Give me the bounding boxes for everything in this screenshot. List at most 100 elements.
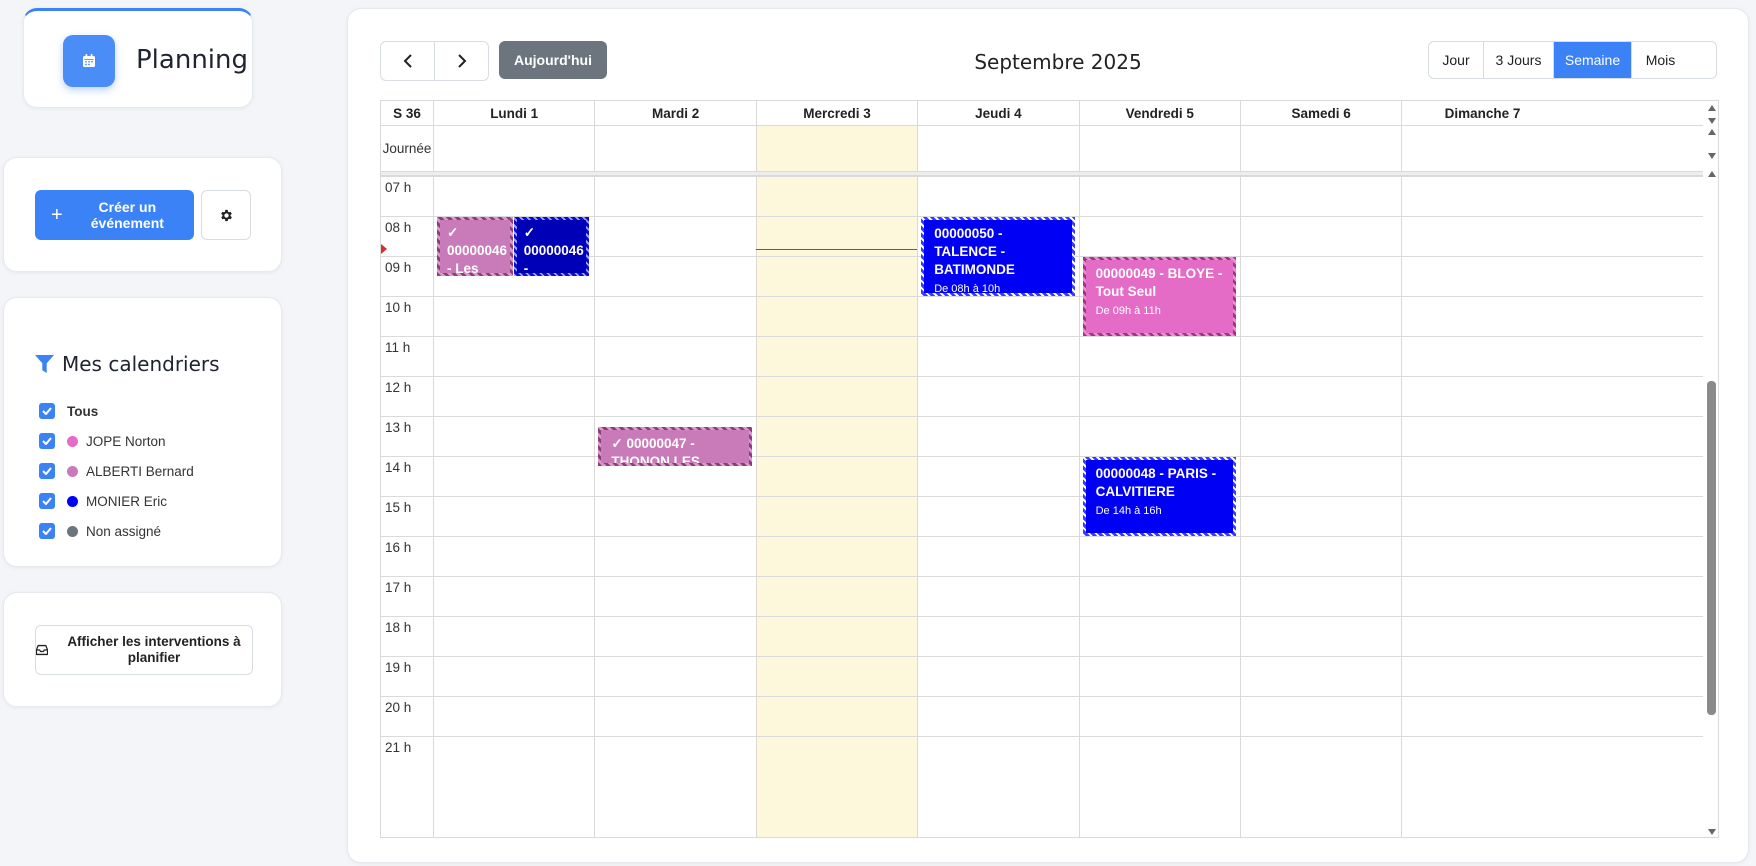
- planify-panel: Afficher les interventions à planifier: [3, 592, 282, 707]
- calendar-filter-label: Tous: [67, 403, 99, 419]
- calendar-event[interactable]: 00000050 - TALENCE - BATIMONDE De 08h à 1…: [921, 217, 1075, 296]
- day-column-divider: [594, 176, 596, 837]
- view-mois-button[interactable]: Mois: [1631, 42, 1689, 78]
- app-logo-card: Planning: [23, 8, 253, 108]
- day-header[interactable]: Mercredi 3: [755, 101, 917, 126]
- scroll-up-icon[interactable]: [1708, 105, 1716, 111]
- event-title: ✓ 00000046 - ANNECY: [523, 225, 584, 276]
- show-unplanned-button[interactable]: Afficher les interventions à planifier: [35, 625, 253, 675]
- calendar-filter-item[interactable]: Tous: [39, 396, 194, 426]
- week-grid: S 36 Lundi 1 Mardi 2 Mercredi 3 Jeudi 4 Vendr…: [380, 100, 1719, 838]
- hour-row: 12 h: [381, 376, 1703, 416]
- calendar-filter-item[interactable]: Non assigné: [39, 516, 194, 546]
- hour-row: 15 h: [381, 496, 1703, 536]
- day-header[interactable]: Jeudi 4: [917, 101, 1078, 126]
- hour-row: 17 h: [381, 576, 1703, 616]
- event-title: 00000050 - TALENCE - BATIMONDE: [934, 226, 1015, 277]
- today-button[interactable]: Aujourd'hui: [499, 41, 607, 79]
- hour-label: 20 h: [385, 700, 412, 715]
- calendar-list: Tous JOPE Norton ALBERTI Bernard MONIER Eri…: [39, 396, 194, 546]
- calendar-color-dot: [67, 495, 78, 507]
- allday-label: Journée: [382, 141, 432, 156]
- calendar-color-dot: [67, 465, 78, 477]
- calendar-filter-item[interactable]: JOPE Norton: [39, 426, 194, 456]
- calendar-filter-item[interactable]: MONIER Eric: [39, 486, 194, 516]
- calendars-title: Mes calendriers: [62, 352, 220, 376]
- hour-row: 21 h: [381, 736, 1703, 776]
- calendar-filter-label: JOPE Norton: [86, 433, 166, 449]
- day-column-divider: [433, 176, 434, 837]
- hour-label: 19 h: [385, 660, 412, 675]
- scroll-down-icon[interactable]: [1708, 118, 1716, 124]
- calendar-event[interactable]: 00000049 - BLOYE - Tout Seul De 09h à 11h: [1082, 257, 1236, 336]
- show-unplanned-label: Afficher les interventions à planifier: [67, 634, 241, 665]
- view-3-jours-button[interactable]: 3 Jours: [1483, 42, 1553, 78]
- hour-row: 13 h: [381, 416, 1703, 456]
- allday-cell[interactable]: [1401, 126, 1562, 171]
- period-nav: [380, 41, 489, 81]
- inbox-icon: [36, 644, 48, 656]
- calendar-icon: [63, 35, 115, 87]
- calendar-event[interactable]: ✓ 00000046 - ANNECY: [513, 217, 590, 276]
- calendar-color-dot: [67, 435, 78, 447]
- period-title: Septembre 2025: [974, 50, 1142, 74]
- day-column-divider: [1078, 176, 1080, 837]
- calendar-panel: Aujourd'hui Septembre 2025 Jour 3 Jours Se…: [347, 8, 1749, 863]
- allday-cell[interactable]: [1239, 126, 1401, 171]
- scroll-up-icon[interactable]: [1708, 129, 1716, 135]
- hour-label: 08 h: [385, 220, 412, 235]
- app-title: Planning: [136, 45, 248, 75]
- day-column-divider: [1240, 176, 1241, 837]
- chevron-right-icon: [457, 54, 466, 68]
- allday-cell[interactable]: [1078, 126, 1240, 171]
- view-jour-button[interactable]: Jour: [1429, 42, 1483, 78]
- calendar-filter-item[interactable]: ALBERTI Bernard: [39, 456, 194, 486]
- calendar-event[interactable]: ✓ 00000047 - THONON LES BAINS - Particul…: [598, 427, 752, 466]
- hour-label: 10 h: [385, 300, 412, 315]
- day-column-divider: [755, 176, 757, 837]
- plus-icon: +: [51, 203, 63, 226]
- gear-icon: [220, 209, 232, 221]
- create-event-label: Créer un événement: [90, 199, 164, 231]
- checkbox-checked-icon[interactable]: [39, 463, 55, 479]
- scroll-thumb[interactable]: [1707, 381, 1716, 715]
- prev-button[interactable]: [381, 42, 434, 80]
- hour-row: 20 h: [381, 696, 1703, 736]
- checkbox-checked-icon[interactable]: [39, 523, 55, 539]
- current-time-marker-icon: [381, 244, 387, 255]
- next-button[interactable]: [434, 42, 488, 80]
- calendar-filter-label: Non assigné: [86, 523, 162, 539]
- allday-cell[interactable]: [755, 126, 917, 171]
- create-event-button[interactable]: + Créer un événement: [35, 190, 194, 240]
- calendar-event[interactable]: ✓ 00000046 - Les Pins DorDe 08h à 09:30: [437, 217, 513, 276]
- create-panel: + Créer un événement: [3, 157, 282, 272]
- hour-row: 18 h: [381, 616, 1703, 656]
- checkbox-checked-icon[interactable]: [39, 433, 55, 449]
- allday-cell[interactable]: [917, 126, 1078, 171]
- event-title: 00000049 - BLOYE - Tout Seul: [1095, 266, 1223, 299]
- allday-cell[interactable]: [433, 126, 594, 171]
- vertical-scrollbar[interactable]: [1703, 101, 1718, 837]
- hour-label: 12 h: [385, 380, 412, 395]
- allday-cell[interactable]: [594, 126, 755, 171]
- hour-label: 07 h: [385, 180, 412, 195]
- event-time: De 14h à 16h: [1095, 505, 1162, 517]
- view-semaine-button[interactable]: Semaine: [1553, 42, 1631, 78]
- day-header[interactable]: Samedi 6: [1239, 101, 1401, 126]
- settings-button[interactable]: [201, 190, 251, 240]
- checkbox-checked-icon[interactable]: [39, 493, 55, 509]
- hour-label: 11 h: [385, 340, 411, 355]
- hour-label: 14 h: [385, 460, 412, 475]
- day-header[interactable]: Lundi 1: [433, 101, 594, 126]
- checkbox-checked-icon[interactable]: [39, 403, 55, 419]
- day-header[interactable]: Dimanche 7: [1401, 101, 1562, 126]
- day-header[interactable]: Vendredi 5: [1078, 101, 1240, 126]
- scroll-up-icon[interactable]: [1708, 171, 1716, 177]
- chevron-left-icon: [403, 54, 412, 68]
- scroll-down-icon[interactable]: [1708, 829, 1716, 835]
- scroll-down-icon[interactable]: [1708, 153, 1716, 159]
- hour-label: 16 h: [385, 540, 412, 555]
- calendar-event[interactable]: 00000048 - PARIS - CALVITIERE De 14h à 16…: [1082, 457, 1236, 536]
- day-header[interactable]: Mardi 2: [594, 101, 755, 126]
- hour-label: 15 h: [385, 500, 412, 515]
